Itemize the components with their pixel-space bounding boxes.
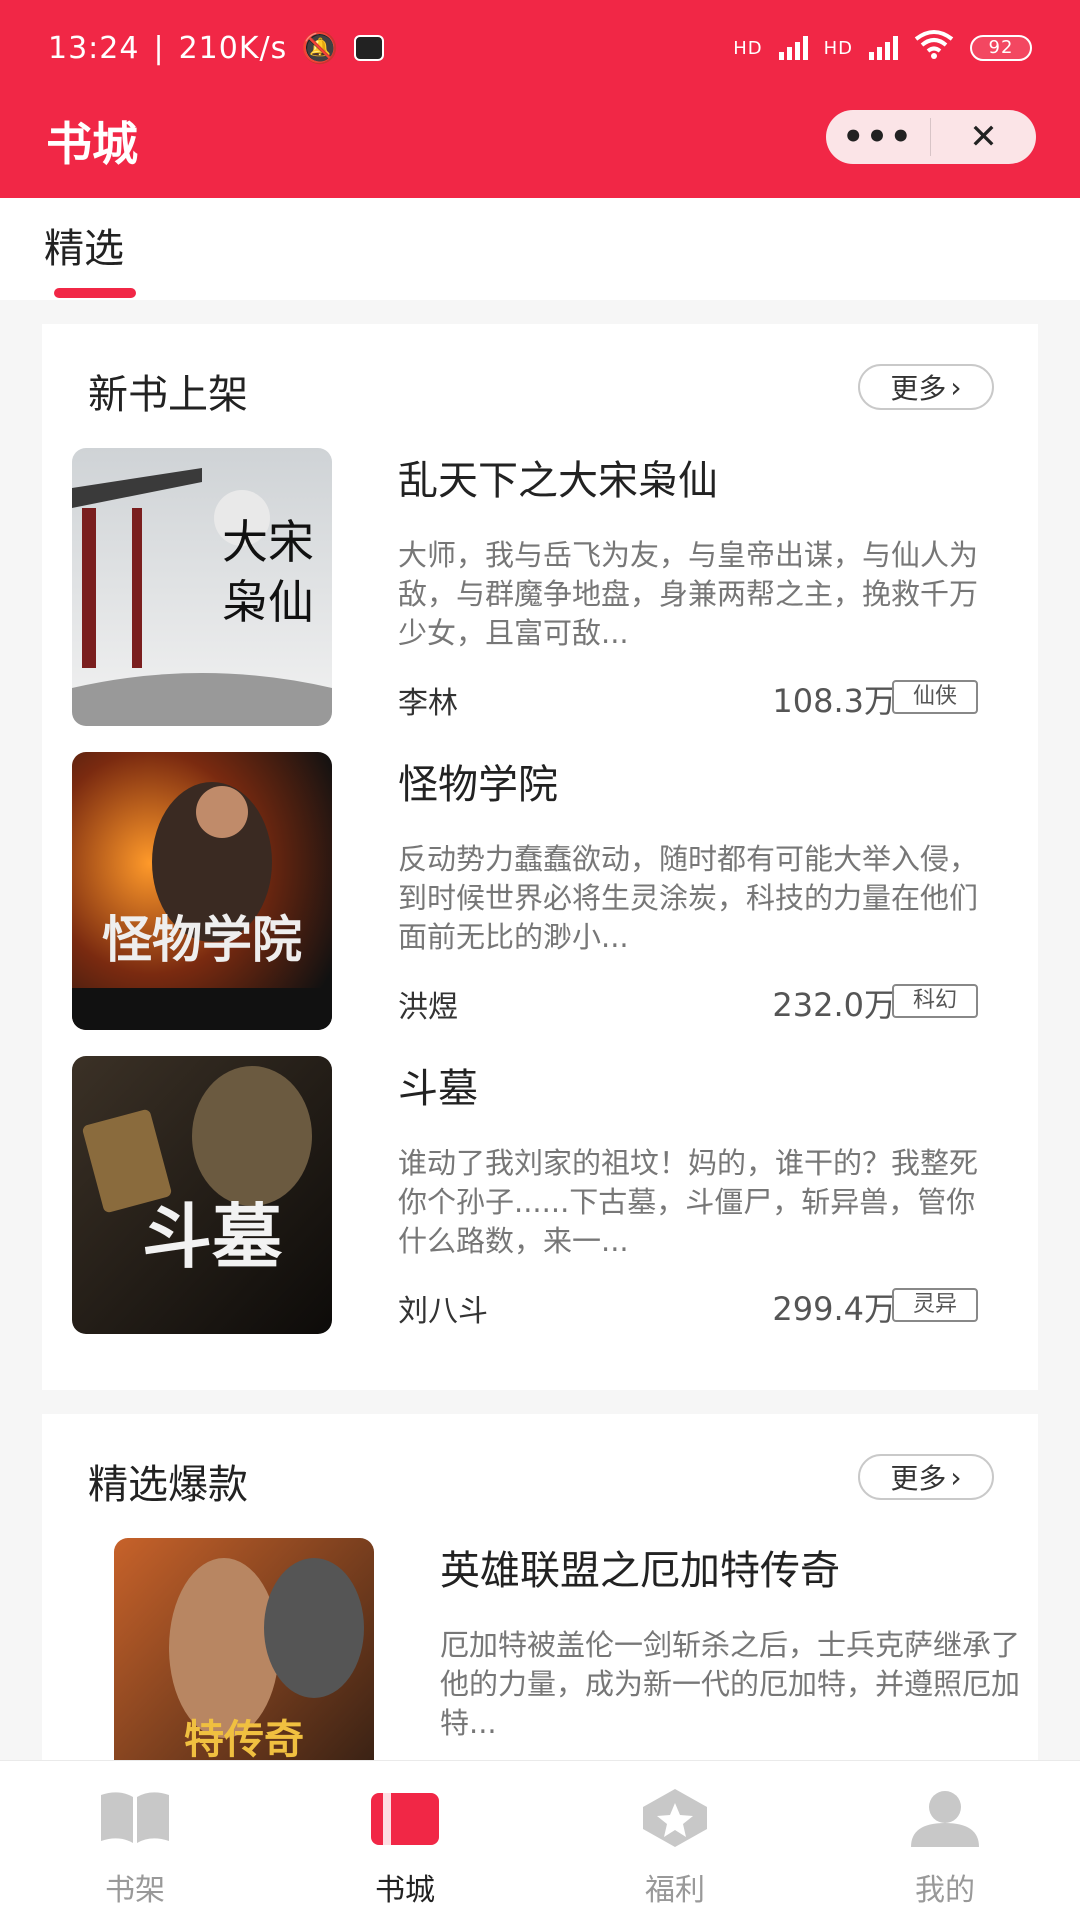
top-app-bar: 13:24 | 210K/s 🔕 HD HD 92 书城 ••• ✕ xyxy=(0,0,1080,198)
signal-icon xyxy=(778,36,808,60)
nav-item-bookstore[interactable]: 书城 xyxy=(270,1761,540,1920)
nav-item-profile[interactable]: 我的 xyxy=(810,1761,1080,1920)
chevron-right-icon: › xyxy=(950,370,962,404)
status-time: 13:24 xyxy=(48,30,140,66)
book-title: 乱天下之大宋枭仙 xyxy=(398,458,718,504)
nav-item-welfare[interactable]: 福利 xyxy=(540,1761,810,1920)
battery-indicator: 92 xyxy=(970,35,1032,61)
nav-label: 书城 xyxy=(375,1873,435,1908)
book-description: 厄加特被盖伦一剑斩杀之后，士兵克萨继承了他的力量，成为新一代的厄加特，并遵照厄加… xyxy=(440,1628,1021,1740)
book-info: 斗墓 谁动了我刘家的祖坟！妈的，谁干的？我整死你个孙子......下古墓，斗僵尸… xyxy=(398,1056,1008,1336)
mute-icon: 🔕 xyxy=(301,30,340,66)
nav-label: 福利 xyxy=(645,1873,705,1908)
close-icon[interactable]: ✕ xyxy=(931,110,1036,164)
book-info: 乱天下之大宋枭仙 大师，我与岳飞为友，与皇帝出谋，与仙人为敌，与群魔争地盘，身兼… xyxy=(398,448,1008,728)
nav-label: 书架 xyxy=(105,1873,165,1908)
book-word-count: 299.4万 xyxy=(772,1290,896,1328)
book-item[interactable]: 怪物学院 怪物学院 反动势力蠢蠢欲动，随时都有可能大举入侵，到时候世界必将生灵涂… xyxy=(72,752,1008,1032)
book-item[interactable]: 特传奇 英雄联盟之厄加特传奇 厄加特被盖伦一剑斩杀之后，士兵克萨继承了他的力量，… xyxy=(114,1538,1038,1760)
cover-title-text: 怪物学院 xyxy=(102,911,302,969)
book-word-count: 108.3万 xyxy=(772,682,896,720)
page-title: 书城 xyxy=(46,117,138,171)
status-network-speed: 210K/s xyxy=(178,30,288,66)
book-cover[interactable]: 斗墓 xyxy=(72,1056,332,1334)
nav-item-bookshelf[interactable]: 书架 xyxy=(0,1761,270,1920)
book-author: 洪煜 xyxy=(398,990,458,1025)
book-cover[interactable]: 怪物学院 xyxy=(72,752,332,1030)
book-item[interactable]: 斗墓 斗墓 谁动了我刘家的祖坟！妈的，谁干的？我整死你个孙子......下古墓，… xyxy=(72,1056,1008,1336)
book-info: 怪物学院 反动势力蠢蠢欲动，随时都有可能大举入侵，到时候世界必将生灵涂炭，科技的… xyxy=(398,752,1008,1032)
cover-title-text: 斗墓 xyxy=(142,1195,283,1278)
hot-picks-section: 精选爆款 更多 › 特传奇 英雄联盟之厄加特传奇 厄加特被盖伦一剑斩杀之后，士兵… xyxy=(42,1414,1038,1760)
more-button[interactable]: 更多 › xyxy=(858,364,994,410)
book-description: 大师，我与岳飞为友，与皇帝出谋，与仙人为敌，与群魔争地盘，身兼两帮之主，挽救千万… xyxy=(398,538,979,650)
signal-icon-2 xyxy=(869,36,898,60)
more-button[interactable]: 更多 › xyxy=(858,1454,994,1500)
book-genre-tag: 灵异 xyxy=(892,1288,978,1322)
book-cover[interactable]: 特传奇 xyxy=(114,1538,374,1760)
bookstore-icon xyxy=(365,1787,445,1849)
cover-title-text: 特传奇 xyxy=(184,1716,304,1760)
status-separator: | xyxy=(153,30,165,66)
book-author: 李林 xyxy=(398,686,458,721)
notification-app-icon xyxy=(353,35,384,61)
book-genre-tag: 仙侠 xyxy=(892,680,978,714)
mini-program-capsule: ••• ✕ xyxy=(826,110,1036,164)
wifi-icon xyxy=(914,29,954,67)
section-title: 新书上架 xyxy=(88,372,248,418)
book-description: 反动势力蠢蠢欲动，随时都有可能大举入侵，到时候世界必将生灵涂炭，科技的力量在他们… xyxy=(398,842,979,954)
status-bar: 13:24 | 210K/s 🔕 HD HD 92 xyxy=(0,0,1080,96)
tab-featured[interactable]: 精选 xyxy=(44,216,124,274)
more-dots-icon[interactable]: ••• xyxy=(826,110,930,164)
book-title: 怪物学院 xyxy=(398,762,558,808)
tab-active-indicator xyxy=(54,288,136,298)
bookshelf-icon xyxy=(95,1787,175,1849)
chevron-right-icon: › xyxy=(950,1460,962,1494)
book-info: 英雄联盟之厄加特传奇 厄加特被盖伦一剑斩杀之后，士兵克萨继承了他的力量，成为新一… xyxy=(440,1538,1038,1760)
more-label: 更多 xyxy=(890,372,947,405)
category-tabs: 精选 xyxy=(0,198,1080,300)
book-item[interactable]: 大宋 枭仙 乱天下之大宋枭仙 大师，我与岳飞为友，与皇帝出谋，与仙人为敌，与群魔… xyxy=(72,448,1008,728)
nav-label: 我的 xyxy=(915,1873,975,1908)
bottom-navigation: 书架 书城 福利 我的 xyxy=(0,1760,1080,1920)
section-title: 精选爆款 xyxy=(88,1462,248,1508)
cover-title-text: 大宋 xyxy=(222,515,314,569)
signal-hd-label: HD xyxy=(733,37,763,59)
book-description: 谁动了我刘家的祖坟！妈的，谁干的？我整死你个孙子......下古墓，斗僵尸，斩异… xyxy=(398,1146,979,1258)
book-genre-tag: 科幻 xyxy=(892,984,978,1018)
welfare-star-icon xyxy=(635,1787,715,1849)
more-label: 更多 xyxy=(890,1462,947,1495)
book-word-count: 232.0万 xyxy=(772,986,896,1024)
profile-icon xyxy=(905,1787,985,1849)
new-books-section: 新书上架 更多 › 大宋 枭仙 乱天下之大宋枭仙 大师，我与岳飞为友，与皇帝出谋… xyxy=(42,324,1038,1390)
book-cover[interactable]: 大宋 枭仙 xyxy=(72,448,332,726)
book-title: 斗墓 xyxy=(398,1066,478,1112)
signal-hd-label-2: HD xyxy=(823,37,853,59)
book-title: 英雄联盟之厄加特传奇 xyxy=(440,1548,840,1594)
book-author: 刘八斗 xyxy=(398,1294,488,1329)
cover-title-text-2: 枭仙 xyxy=(222,575,314,629)
